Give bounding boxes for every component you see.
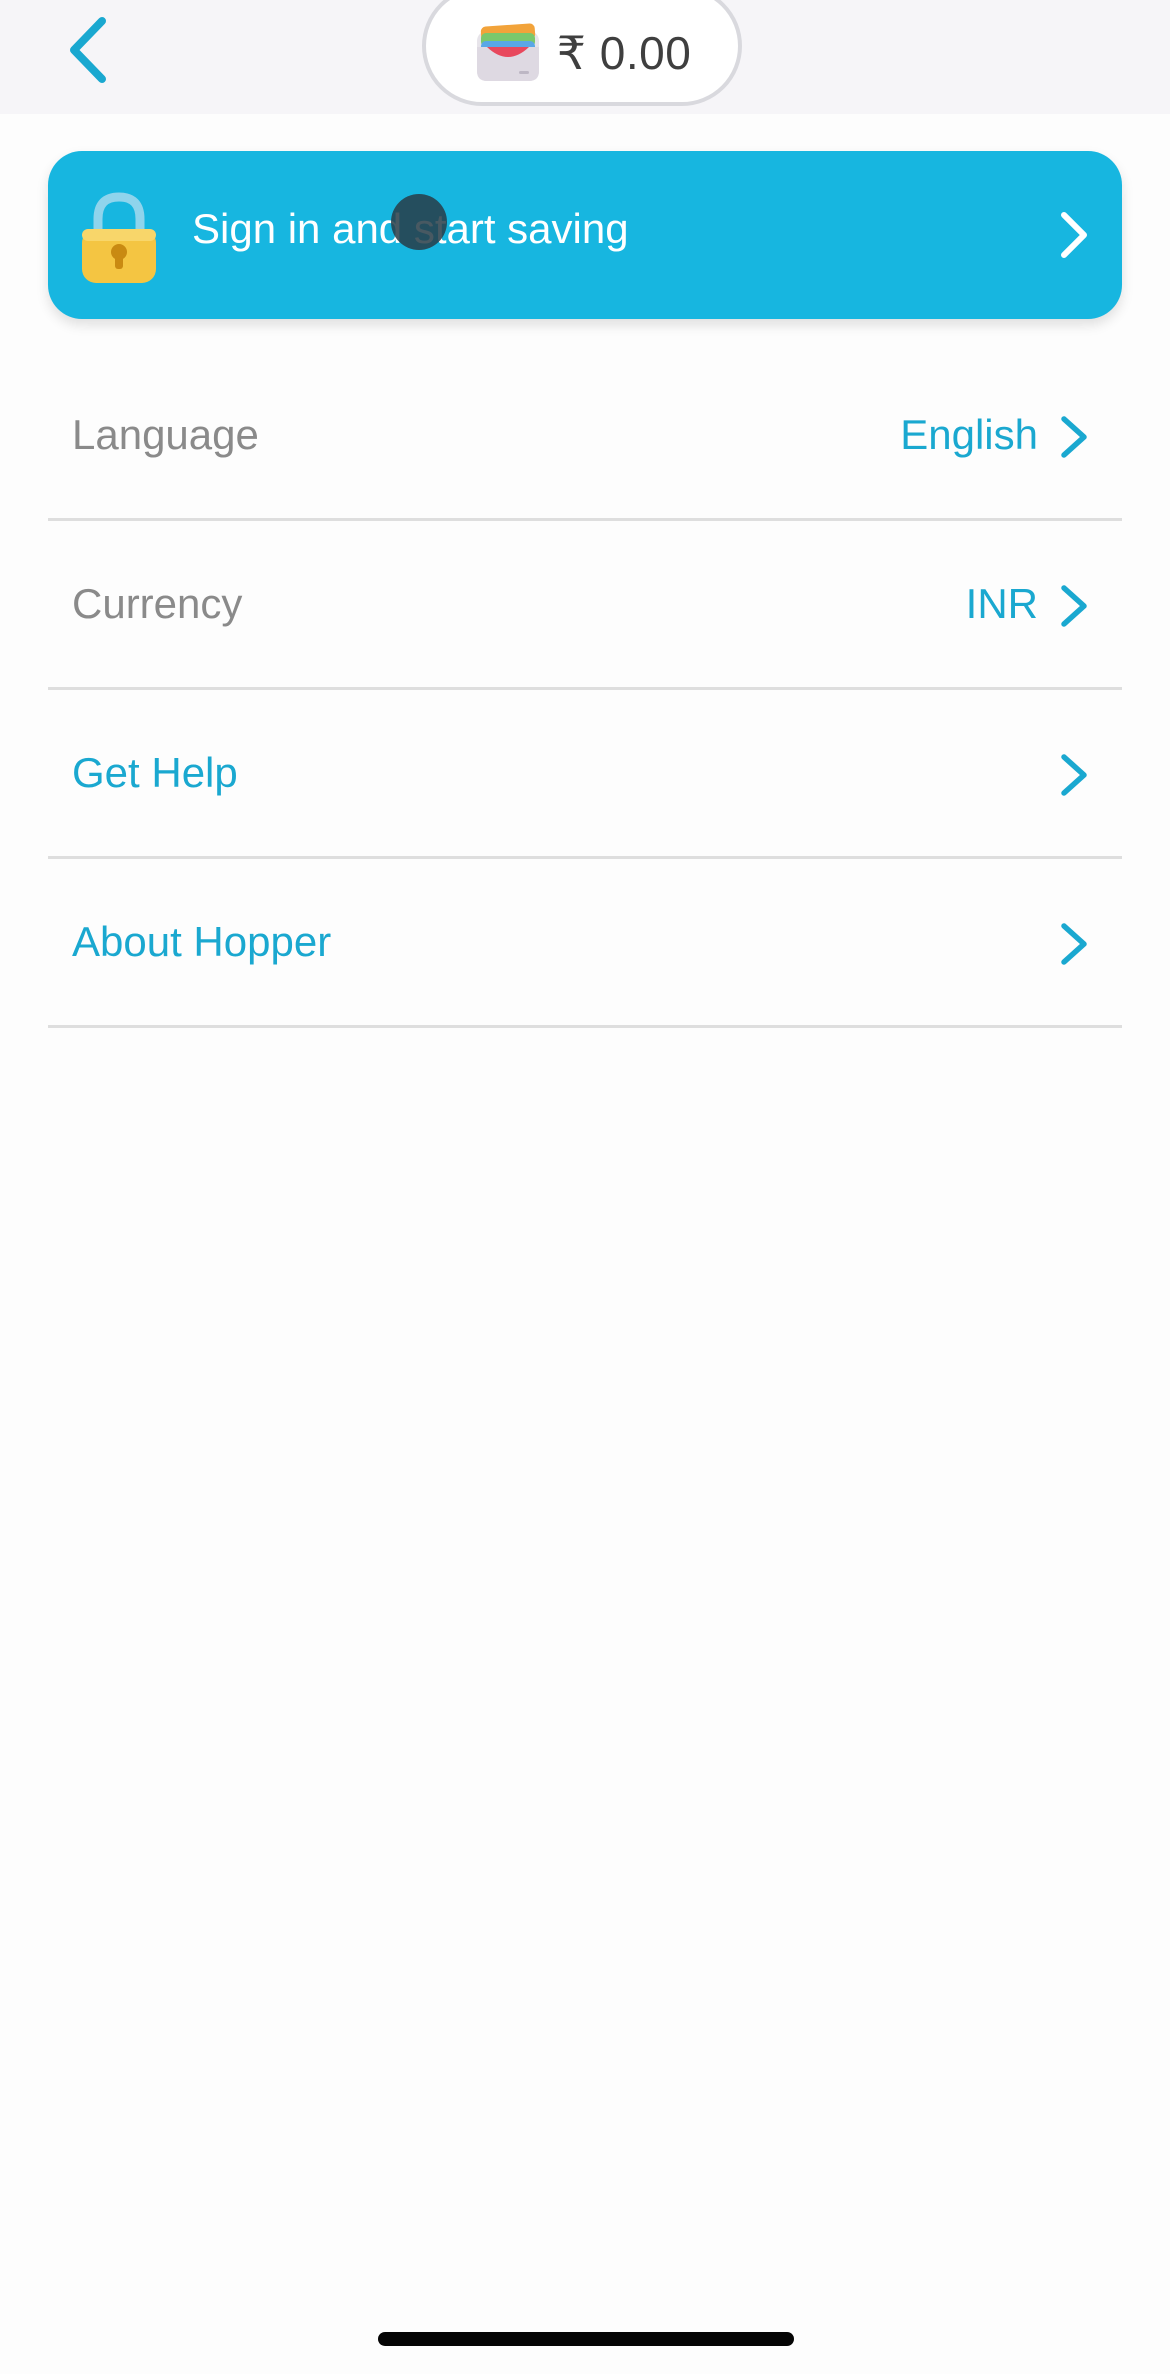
settings-row-value: INR bbox=[965, 580, 1038, 627]
settings-row-label: Currency bbox=[72, 580, 243, 627]
settings-row-value: English bbox=[900, 411, 1038, 458]
settings-row-get-help[interactable]: Get Help bbox=[48, 690, 1122, 859]
wallet-icon bbox=[476, 23, 539, 81]
wallet-balance-button[interactable]: ₹ 0.00 bbox=[422, 0, 742, 106]
settings-row-label: Get Help bbox=[72, 749, 238, 796]
lock-icon bbox=[82, 192, 156, 283]
chevron-right-icon bbox=[1061, 212, 1087, 258]
settings-row-currency[interactable]: Currency INR bbox=[48, 521, 1122, 690]
chevron-right-icon bbox=[1061, 416, 1087, 458]
chevron-right-icon bbox=[1061, 754, 1087, 796]
settings-row-label: About Hopper bbox=[72, 918, 332, 965]
settings-row-label: Language bbox=[72, 411, 259, 458]
chevron-left-icon bbox=[70, 17, 106, 83]
settings-list: Language English Currency INR Get Help A… bbox=[48, 352, 1122, 1028]
chevron-right-icon bbox=[1061, 923, 1087, 965]
sign-in-banner[interactable]: Sign in and start saving bbox=[48, 151, 1122, 319]
touch-indicator bbox=[391, 194, 447, 250]
wallet-balance: ₹ 0.00 bbox=[556, 27, 692, 79]
settings-row-about-hopper[interactable]: About Hopper bbox=[48, 859, 1122, 1028]
settings-row-language[interactable]: Language English bbox=[48, 352, 1122, 521]
back-button[interactable] bbox=[48, 6, 128, 94]
top-bar: ₹ 0.00 bbox=[0, 0, 1170, 114]
chevron-right-icon bbox=[1061, 585, 1087, 627]
home-indicator[interactable] bbox=[378, 2332, 794, 2346]
